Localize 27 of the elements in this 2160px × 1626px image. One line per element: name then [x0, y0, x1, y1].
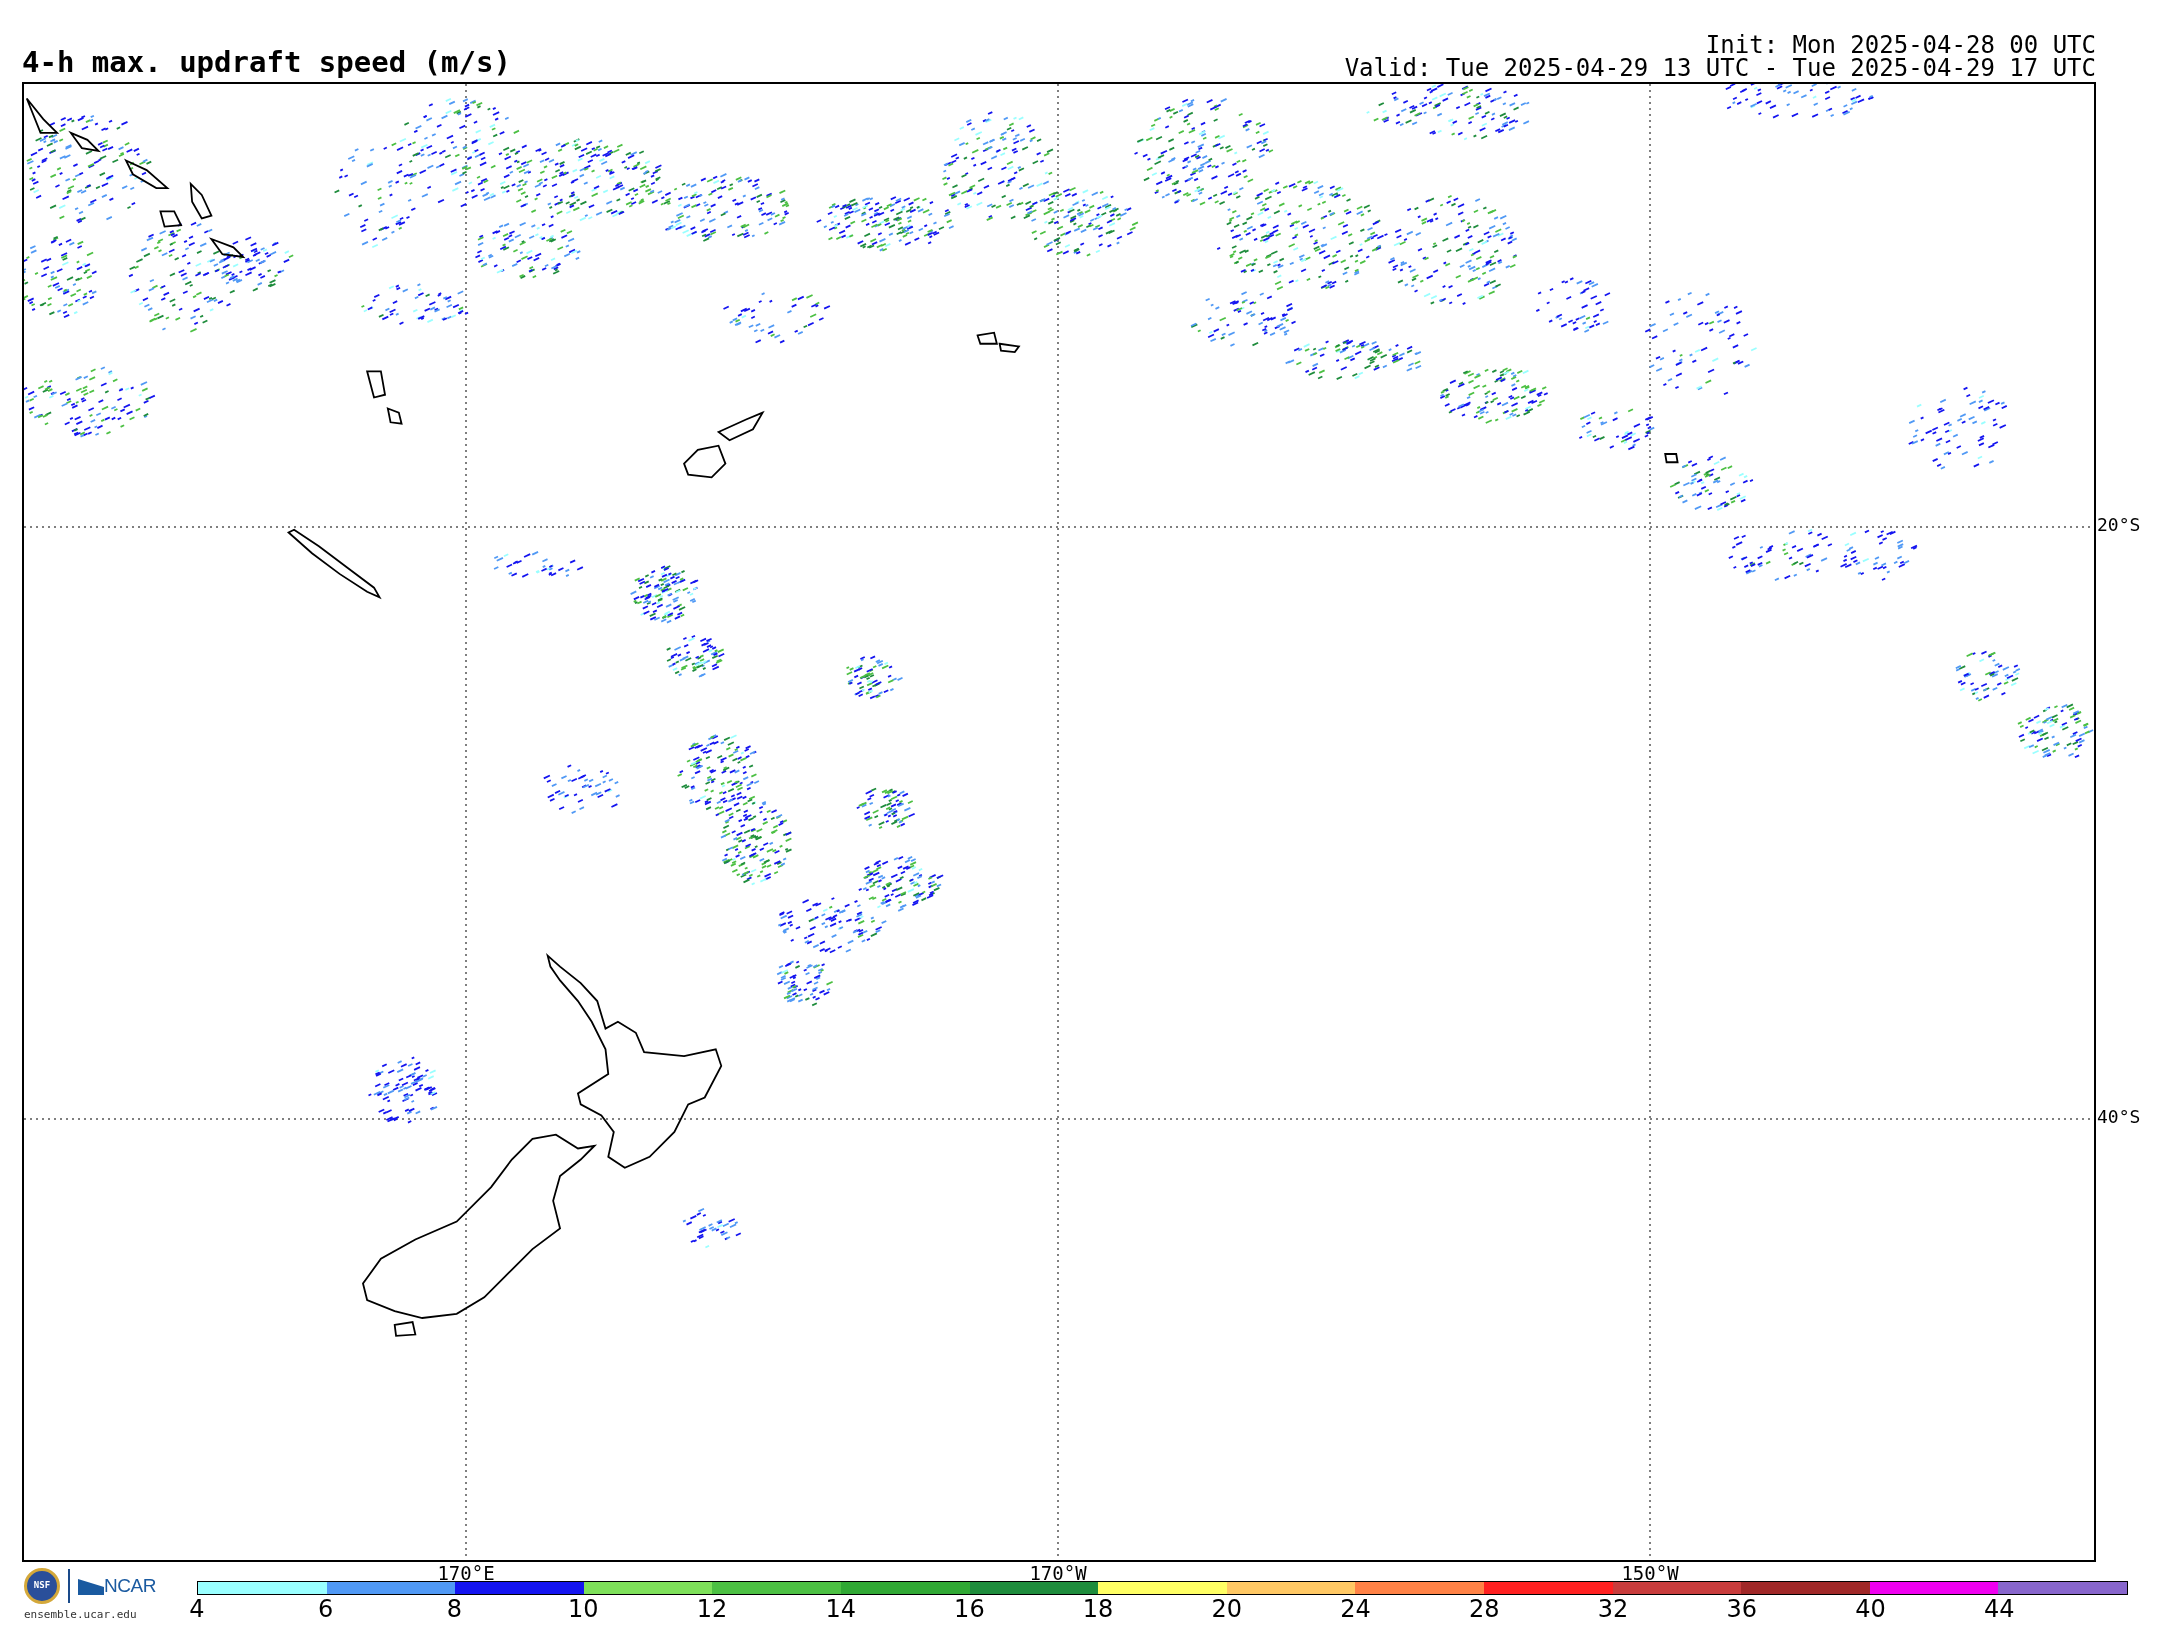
scale-tick-label: 10	[567, 1597, 599, 1621]
seal-logo: NSF	[24, 1568, 60, 1604]
init-time: Init: Mon 2025-04-28 00 UTC	[1705, 34, 2096, 57]
scale-tick-label: 28	[1469, 1597, 1500, 1621]
scale-tick-label: 4	[189, 1597, 205, 1621]
ncar-mark-icon	[78, 1577, 104, 1595]
latitude-label: 40°S	[2097, 1108, 2141, 1126]
scale-tick-label: 16	[954, 1597, 985, 1621]
scale-tick-label: 6	[318, 1597, 334, 1621]
scale-tick-label: 40	[1855, 1597, 1886, 1621]
chart-title: 4-h max. updraft speed (m/s)	[22, 48, 511, 77]
longitude-label: 150°W	[1621, 1564, 1679, 1583]
scale-tick-label: 36	[1726, 1597, 1758, 1621]
scale-tick-label: 12	[696, 1597, 728, 1621]
scale-tick-label: 44	[1984, 1597, 2015, 1621]
site-url: ensemble.ucar.edu	[24, 1607, 137, 1623]
latitude-label: 20°S	[2097, 516, 2141, 534]
scale-tick-label: 20	[1211, 1597, 1243, 1621]
scale-tick-label: 18	[1082, 1597, 1114, 1621]
scale-tick-label: 32	[1597, 1597, 1629, 1621]
longitude-label: 170°W	[1029, 1564, 1087, 1583]
valid-time: Valid: Tue 2025-04-29 13 UTC - Tue 2025-04-29 17 UTC	[1344, 57, 2096, 80]
scale-tick-label: 24	[1340, 1597, 1371, 1621]
org-logo-text: NCAR	[104, 1573, 156, 1598]
scale-tick-label: 14	[825, 1597, 856, 1621]
scale-tick-label: 8	[446, 1597, 463, 1621]
longitude-label: 170°E	[437, 1564, 495, 1583]
